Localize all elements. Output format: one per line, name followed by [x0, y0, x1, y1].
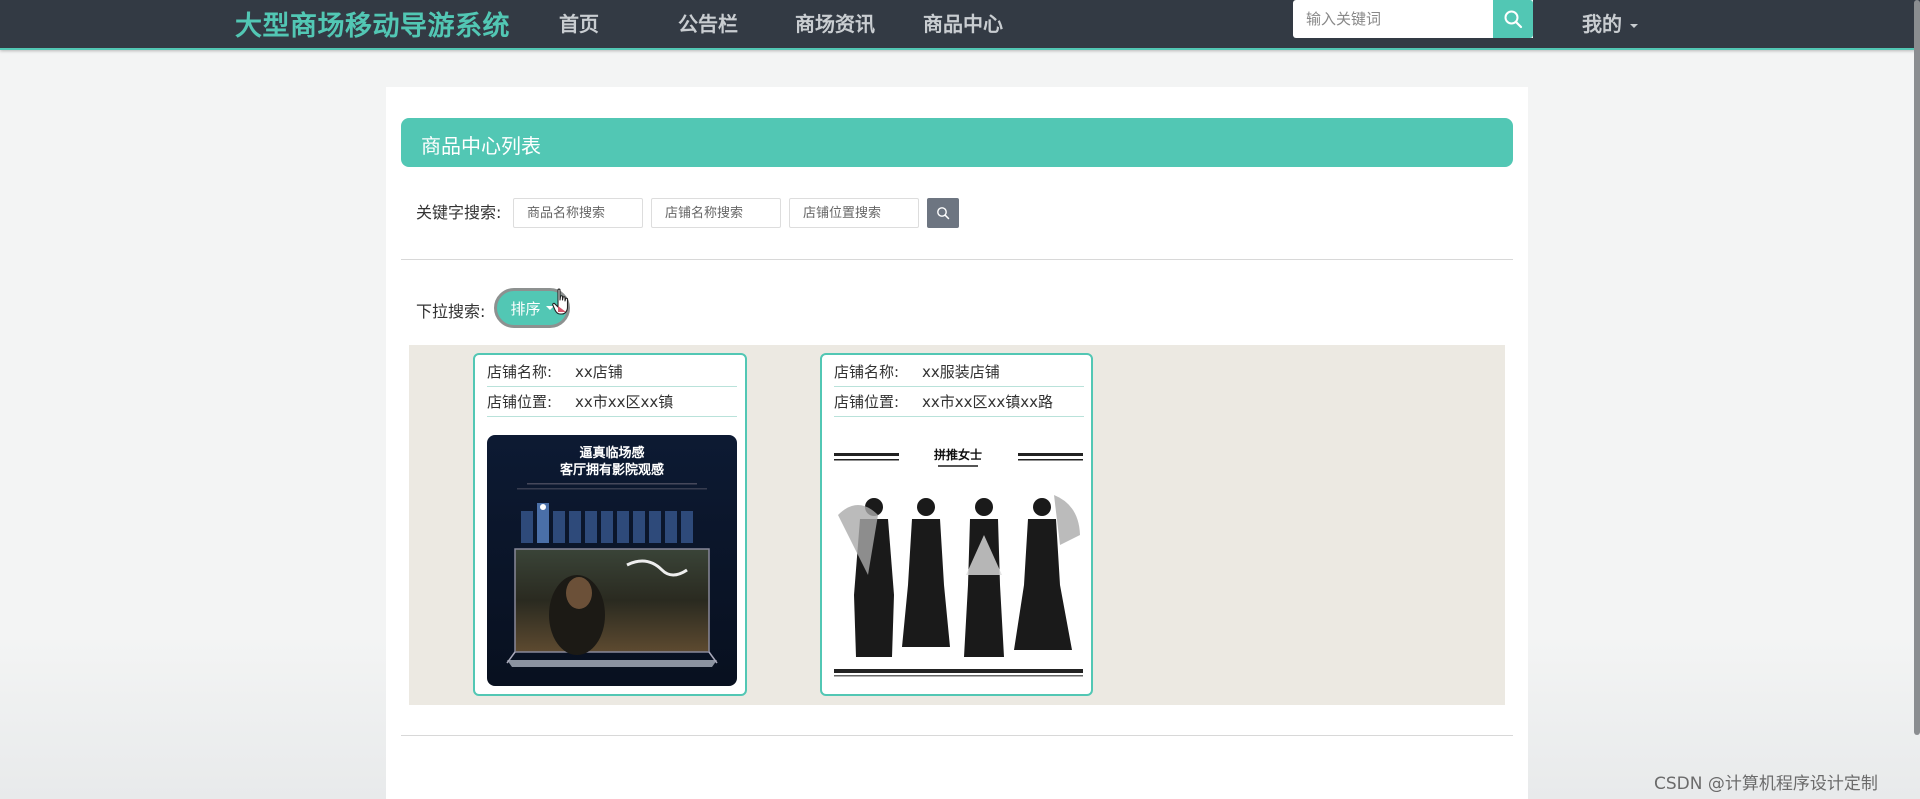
header-search-button[interactable] [1493, 0, 1533, 38]
image-brand-text: 拼推女士 [934, 447, 982, 462]
hand-pointer-icon [552, 288, 569, 315]
dropdown-search-label: 下拉搜索: [416, 302, 486, 321]
page-scrollbar[interactable] [1914, 0, 1920, 735]
shop-location-value: xx市xx区xx镇 [575, 393, 674, 411]
search-icon [937, 207, 950, 220]
divider [401, 735, 1513, 736]
image-headline-1: 逼真临场感 [579, 445, 644, 461]
nav-item-notice[interactable]: 公告栏 [678, 8, 738, 37]
divider [401, 259, 1513, 260]
image-headline-2: 客厅拥有影院观感 [560, 462, 664, 478]
sort-label: 排序 [510, 299, 541, 318]
shop-name-label: 店铺名称: [834, 363, 900, 381]
keyword-search-label: 关键字搜索: [416, 203, 502, 222]
list-title-bar [401, 118, 1513, 167]
shop-location-search-input[interactable] [789, 198, 919, 228]
shop-location-row: 店铺位置: xx市xx区xx镇xx路 [834, 387, 1084, 417]
shop-name-value: xx服装店铺 [922, 363, 1000, 381]
product-name-search-input[interactable] [513, 198, 643, 228]
mine-label: 我的 [1582, 12, 1622, 36]
mine-menu[interactable]: 我的 [1582, 8, 1638, 37]
product-image[interactable]: 拼推女士 [834, 435, 1083, 686]
page-title: 商品中心列表 [421, 134, 541, 158]
shop-location-value: xx市xx区xx镇xx路 [922, 393, 1054, 411]
tv-product-picture: 逼真临场感 客厅拥有影院观感 [487, 435, 737, 686]
site-brand[interactable]: 大型商场移动导游系统 [235, 4, 510, 43]
nav-item-goods[interactable]: 商品中心 [923, 8, 1003, 37]
shop-location-row: 店铺位置: xx市xx区xx镇 [487, 387, 737, 417]
shop-name-search-input[interactable] [651, 198, 781, 228]
shop-location-label: 店铺位置: [487, 393, 553, 411]
shop-name-row: 店铺名称: xx店铺 [487, 357, 737, 387]
nav-item-news[interactable]: 商场资讯 [795, 8, 875, 37]
shop-name-label: 店铺名称: [487, 363, 553, 381]
product-card[interactable]: 店铺名称: xx服装店铺 店铺位置: xx市xx区xx镇xx路 拼推女士 [820, 353, 1093, 696]
search-icon [1504, 10, 1523, 29]
filter-search-button[interactable] [927, 198, 959, 228]
nav-item-home[interactable]: 首页 [559, 8, 599, 37]
shop-name-row: 店铺名称: xx服装店铺 [834, 357, 1084, 387]
product-image[interactable]: 逼真临场感 客厅拥有影院观感 [487, 435, 737, 686]
header-search-input[interactable] [1293, 0, 1493, 38]
chevron-down-icon [1630, 23, 1638, 28]
product-card[interactable]: 店铺名称: xx店铺 店铺位置: xx市xx区xx镇 逼真临场感 客厅拥有影院观感 [473, 353, 747, 696]
shop-location-label: 店铺位置: [834, 393, 900, 411]
shop-name-value: xx店铺 [575, 363, 623, 381]
fashion-product-picture: 拼推女士 [834, 435, 1083, 686]
watermark: CSDN @计算机程序设计定制 [1654, 774, 1878, 794]
